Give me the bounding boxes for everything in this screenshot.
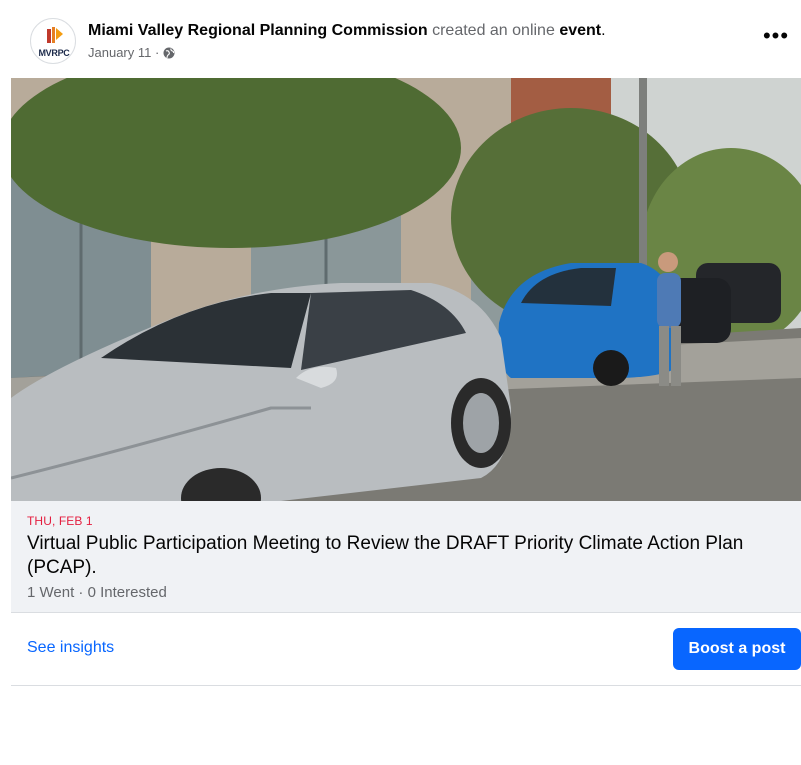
event-date: THU, FEB 1 [27,514,93,528]
event-attendance-stats: 1 Went · 0 Interested [27,584,167,601]
action-text: created an online [432,22,555,39]
divider [11,612,801,613]
title-punctuation: . [601,22,606,39]
boost-post-button[interactable]: Boost a post [673,628,801,670]
post-header: MVRPC Miami Valley Regional Planning Com… [0,0,801,78]
event-link[interactable]: event [559,22,601,39]
globe-icon [163,47,175,59]
page-name-link[interactable]: Miami Valley Regional Planning Commissio… [88,22,428,39]
avatar-logo-text: MVRPC [38,48,70,58]
post-date[interactable]: January 11 [88,45,151,60]
event-details-card[interactable]: THU, FEB 1 Virtual Public Participation … [11,501,801,612]
more-options-icon[interactable]: ••• [758,25,794,54]
event-title[interactable]: Virtual Public Participation Meeting to … [27,532,787,580]
post-meta: January 11 · [88,45,175,61]
see-insights-link[interactable]: See insights [27,639,114,657]
mvrpc-logo-mark [47,27,63,43]
event-cover-photo[interactable] [11,78,801,501]
page-avatar[interactable]: MVRPC [30,18,76,64]
meta-separator: · [151,45,163,60]
divider [11,685,801,686]
cover-photo-illustration [11,78,801,501]
post-title-line: Miami Valley Regional Planning Commissio… [88,21,606,41]
